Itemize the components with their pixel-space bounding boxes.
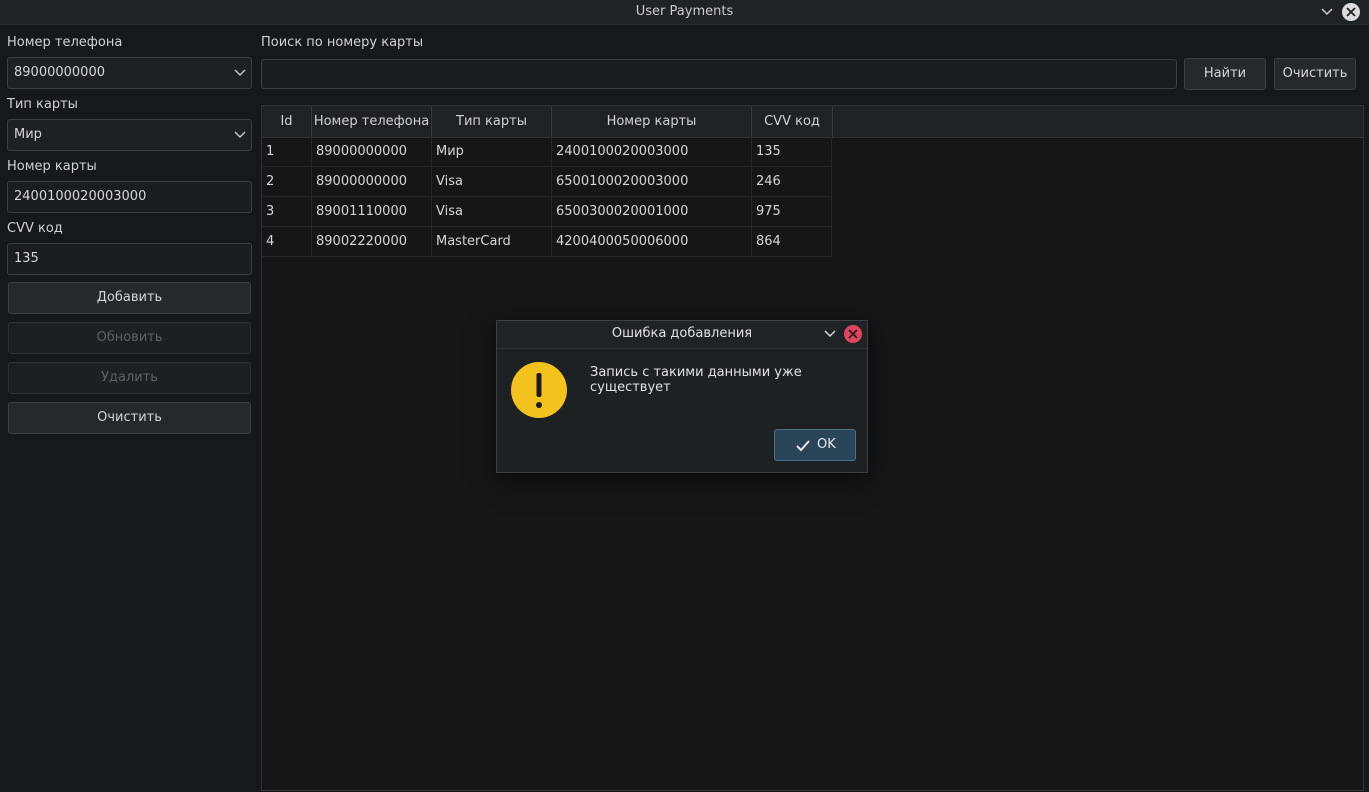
search-input[interactable] (261, 59, 1177, 89)
minimize-button[interactable] (1317, 2, 1337, 22)
dialog-message: Запись с такими данными уже существует (590, 365, 802, 395)
phone-combobox[interactable]: 89000000000 (7, 57, 252, 89)
table-header: Id Номер телефона Тип карты Номер карты … (262, 106, 1363, 138)
cell-card-number: 4200400050006000 (552, 227, 752, 257)
window-title: User Payments (635, 4, 734, 19)
close-icon (1342, 3, 1360, 21)
chevron-down-icon (1321, 8, 1333, 16)
chevron-down-icon (824, 330, 836, 338)
table-row[interactable]: 3 89001110000 Visa 6500300020001000 975 (262, 197, 832, 227)
close-icon (848, 329, 858, 339)
cell-cvv: 135 (752, 137, 832, 167)
column-header-card-type[interactable]: Тип карты (432, 106, 552, 137)
table-row[interactable]: 1 89000000000 Мир 2400100020003000 135 (262, 137, 832, 167)
cell-id: 1 (262, 137, 312, 167)
table-row[interactable]: 4 89002220000 MasterCard 420040005000600… (262, 227, 832, 257)
card-type-value: Мир (14, 127, 42, 142)
cell-cvv: 975 (752, 197, 832, 227)
dialog-title: Ошибка добавления (611, 326, 753, 341)
cell-phone: 89001110000 (312, 197, 432, 227)
cell-id: 4 (262, 227, 312, 257)
cell-card-type: Visa (432, 197, 552, 227)
column-header-phone[interactable]: Номер телефона (312, 106, 432, 137)
close-window-button[interactable] (1341, 2, 1361, 22)
cell-phone: 89000000000 (312, 167, 432, 197)
chevron-down-icon (234, 131, 246, 138)
cell-cvv: 864 (752, 227, 832, 257)
phone-value: 89000000000 (14, 65, 105, 80)
card-type-combobox[interactable]: Мир (7, 119, 252, 151)
table-row[interactable]: 2 89000000000 Visa 6500100020003000 246 (262, 167, 832, 197)
checkmark-icon (796, 440, 810, 452)
column-header-card-number[interactable]: Номер карты (552, 106, 752, 137)
cell-card-type: MasterCard (432, 227, 552, 257)
search-label: Поиск по номеру карты (261, 35, 424, 50)
dialog-minimize-button[interactable] (821, 325, 839, 343)
phone-label: Номер телефона (7, 35, 123, 50)
clear-search-button[interactable]: Очистить (1274, 58, 1356, 90)
ok-button[interactable]: OK (774, 429, 856, 461)
cell-card-number: 2400100020003000 (552, 137, 752, 167)
card-number-input[interactable]: 2400100020003000 (7, 181, 252, 213)
cell-card-type: Visa (432, 167, 552, 197)
cell-card-number: 6500300020001000 (552, 197, 752, 227)
column-header-id[interactable]: Id (262, 106, 312, 137)
cell-phone: 89002220000 (312, 227, 432, 257)
cell-card-number: 6500100020003000 (552, 167, 752, 197)
find-button[interactable]: Найти (1184, 58, 1266, 90)
cell-cvv: 246 (752, 167, 832, 197)
warning-icon (511, 362, 567, 418)
window-titlebar: User Payments (0, 0, 1369, 25)
error-dialog: Ошибка добавления Запись с такими данным… (496, 320, 868, 473)
column-header-cvv[interactable]: CVV код (752, 106, 833, 137)
cell-phone: 89000000000 (312, 137, 432, 167)
chevron-down-icon (234, 69, 246, 76)
delete-button[interactable]: Удалить (8, 362, 251, 394)
ok-button-label: OK (817, 437, 836, 452)
cell-card-type: Мир (432, 137, 552, 167)
update-button[interactable]: Обновить (8, 322, 251, 354)
cvv-label: CVV код (7, 221, 63, 236)
clear-form-button[interactable]: Очистить (8, 402, 251, 434)
dialog-titlebar: Ошибка добавления (497, 321, 867, 349)
dialog-close-button[interactable] (844, 325, 862, 343)
cell-id: 3 (262, 197, 312, 227)
card-type-label: Тип карты (7, 97, 78, 112)
cell-id: 2 (262, 167, 312, 197)
add-button[interactable]: Добавить (8, 282, 251, 314)
card-number-label: Номер карты (7, 159, 97, 174)
cvv-input[interactable]: 135 (7, 243, 252, 275)
